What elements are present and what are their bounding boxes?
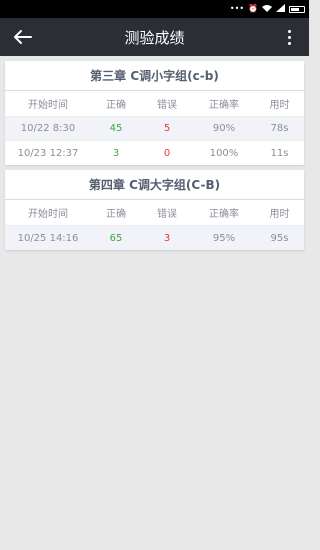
col-wrong: 错误	[157, 100, 177, 111]
cell-correct: 3	[112, 147, 120, 159]
cell-rate: 90%	[212, 123, 236, 134]
battery-icon	[289, 5, 305, 13]
col-rate: 正确率	[209, 209, 239, 220]
signal-icon	[276, 4, 285, 14]
cell-duration: 95s	[270, 232, 289, 244]
chapter-title: 第四章 C调大字组(C-B)	[5, 170, 304, 200]
more-vertical-icon	[287, 29, 291, 33]
arrow-left-icon	[14, 30, 32, 44]
cell-time: 10/25 14:16	[17, 232, 79, 244]
cell-rate: 100%	[209, 147, 239, 159]
col-time: 开始时间	[28, 100, 68, 111]
cell-duration: 11s	[270, 147, 289, 159]
cell-wrong: 5	[163, 123, 171, 134]
table-header: 开始时间 正确 错误 正确率 用时	[5, 200, 304, 226]
more-menu-button[interactable]	[277, 18, 301, 56]
col-duration: 用时	[269, 209, 290, 220]
cell-wrong: 0	[163, 147, 171, 159]
table-header: 开始时间 正确 错误 正确率 用时	[5, 91, 304, 117]
table-row[interactable]: 10/22 8:30 45 5 90% 78s	[5, 117, 304, 141]
col-rate: 正确率	[209, 100, 239, 111]
cell-correct: 45	[109, 123, 123, 134]
table-row[interactable]: 10/23 12:37 3 0 100% 11s	[5, 141, 304, 165]
cell-wrong: 3	[163, 232, 171, 244]
col-correct: 正确	[106, 209, 126, 220]
alarm-icon: ⏰	[248, 4, 258, 13]
chapter-card: 第四章 C调大字组(C-B) 开始时间 正确 错误 正确率 用时 10/25 1…	[5, 170, 304, 250]
app-bar: 测验成绩	[0, 18, 309, 56]
wifi-icon	[262, 4, 272, 14]
col-time: 开始时间	[28, 209, 68, 220]
dots-icon: •••	[229, 4, 245, 13]
status-bar: ••• ⏰	[0, 0, 309, 18]
col-wrong: 错误	[157, 209, 177, 220]
back-button[interactable]	[0, 18, 44, 56]
cell-correct: 65	[109, 232, 123, 244]
page-title: 测验成绩	[124, 28, 185, 47]
cell-time: 10/23 12:37	[17, 147, 79, 159]
cell-time: 10/22 8:30	[20, 123, 76, 134]
cell-duration: 78s	[270, 123, 289, 134]
col-correct: 正确	[106, 100, 126, 111]
table-row[interactable]: 10/25 14:16 65 3 95% 95s	[5, 226, 304, 250]
col-duration: 用时	[269, 100, 290, 111]
cell-rate: 95%	[212, 232, 236, 244]
results-list: 第三章 C调小字组(c-b) 开始时间 正确 错误 正确率 用时 10/22 8…	[0, 56, 309, 250]
chapter-card: 第三章 C调小字组(c-b) 开始时间 正确 错误 正确率 用时 10/22 8…	[5, 61, 304, 165]
chapter-title: 第三章 C调小字组(c-b)	[5, 61, 304, 91]
